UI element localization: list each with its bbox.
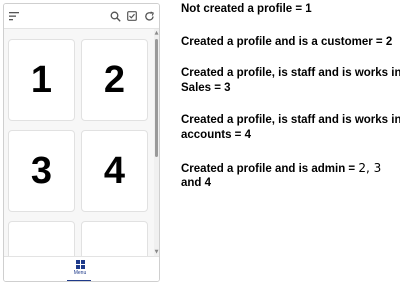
note-staff-accounts-line1: Created a profile, is staff and is works… bbox=[181, 114, 400, 126]
tile-number: 2 bbox=[103, 59, 126, 101]
menu-label: Menu bbox=[73, 270, 87, 276]
tile-6[interactable] bbox=[81, 221, 148, 256]
note-staff-sales-line2: Sales = 3 bbox=[181, 82, 231, 94]
note-admin-handwritten: 2, 3 bbox=[358, 161, 382, 175]
tile-1[interactable]: 1 bbox=[8, 39, 75, 121]
menu-button[interactable]: Menu bbox=[62, 260, 98, 281]
tile-number: 4 bbox=[103, 150, 126, 192]
grid-icon bbox=[75, 260, 85, 269]
vertical-scrollbar[interactable]: ▲ ▼ bbox=[154, 29, 159, 256]
search-icon[interactable] bbox=[110, 11, 121, 22]
note-customer: Created a profile and is a customer = 2 bbox=[181, 36, 393, 48]
refresh-icon[interactable] bbox=[144, 11, 155, 22]
note-not-created-profile: Not created a profile = 1 bbox=[181, 3, 312, 15]
note-admin-text: Created a profile and is admin = bbox=[181, 163, 359, 175]
bottom-navigation: Menu bbox=[4, 256, 159, 281]
scroll-down-arrow-icon[interactable]: ▼ bbox=[154, 249, 159, 255]
tile-2[interactable]: 2 bbox=[81, 39, 148, 121]
note-staff-sales-line1: Created a profile, is staff and is works… bbox=[181, 67, 400, 79]
note-admin-line1: Created a profile and is admin = 2, 3 bbox=[181, 161, 381, 177]
sort-icon[interactable] bbox=[9, 12, 20, 21]
scroll-thumb[interactable] bbox=[155, 39, 158, 157]
tile-4[interactable]: 4 bbox=[81, 130, 148, 212]
app-toolbar bbox=[4, 4, 159, 29]
tile-number: 3 bbox=[30, 150, 53, 192]
scroll-up-arrow-icon[interactable]: ▲ bbox=[154, 30, 159, 36]
app-preview: 1 2 3 4 ▲ ▼ Menu bbox=[3, 3, 160, 282]
tile-gallery: 1 2 3 4 bbox=[4, 29, 154, 256]
tile-5[interactable] bbox=[8, 221, 75, 256]
note-admin-line2: and 4 bbox=[181, 177, 212, 189]
tile-number: 1 bbox=[30, 59, 53, 101]
note-staff-accounts-line2: accounts = 4 bbox=[181, 129, 251, 141]
checkbox-icon[interactable] bbox=[127, 11, 137, 21]
active-tab-indicator bbox=[67, 280, 91, 281]
tile-3[interactable]: 3 bbox=[8, 130, 75, 212]
